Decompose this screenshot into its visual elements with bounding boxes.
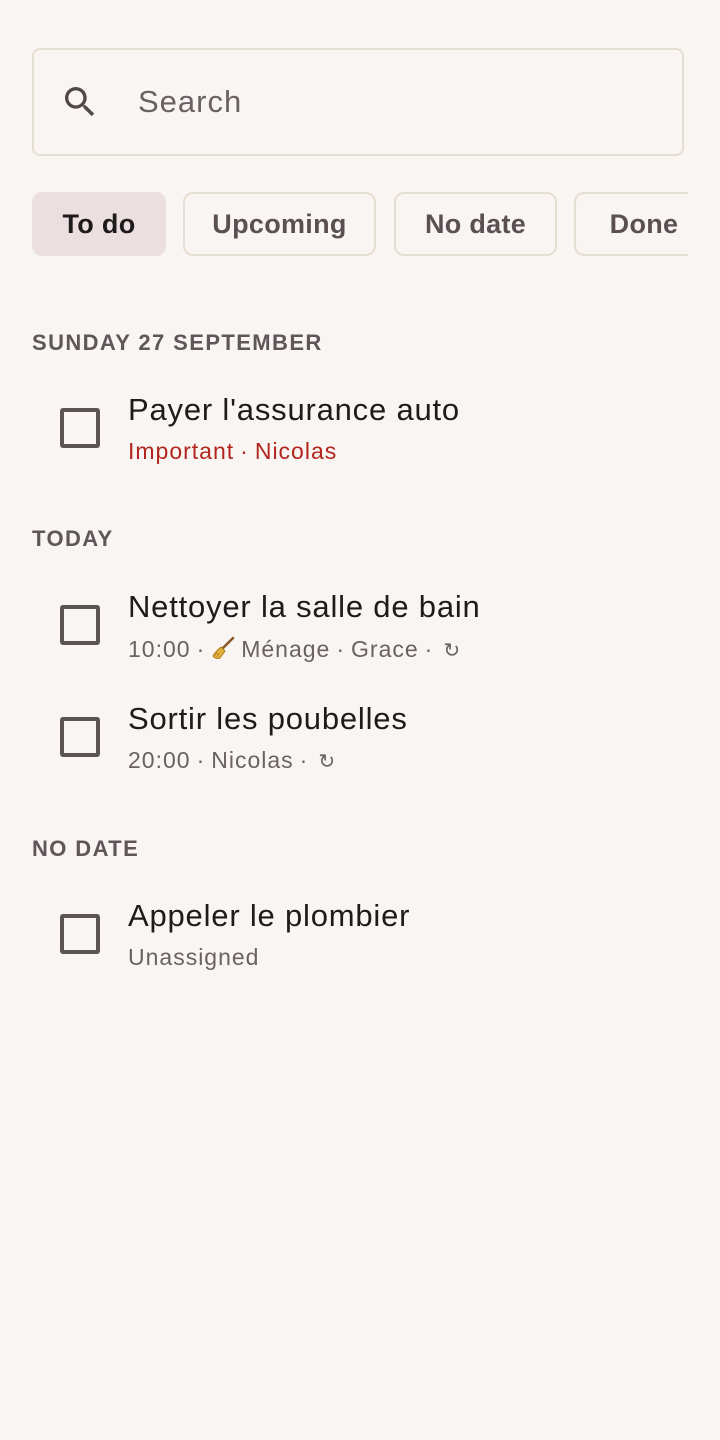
task-item[interactable]: Sortir les poubelles 20:00 · Nicolas · ↻: [0, 697, 720, 793]
priority-label: Important: [128, 438, 235, 464]
task-title: Sortir les poubelles: [128, 701, 408, 736]
assignee-label: Nicolas: [254, 438, 338, 464]
task-checkbox[interactable]: [60, 914, 100, 954]
search-input[interactable]: [136, 83, 620, 121]
search-icon: [60, 82, 100, 122]
task-meta: Important · Nicolas: [128, 438, 337, 465]
category-label: Ménage: [241, 636, 331, 662]
task-meta: Unassigned: [128, 944, 259, 971]
time-label: 20:00: [128, 747, 191, 773]
filter-chip-upcoming[interactable]: Upcoming: [183, 192, 376, 256]
recurring-icon: ↻: [318, 749, 337, 773]
filter-chip-no-date[interactable]: No date: [394, 192, 557, 256]
task-meta: 20:00 · Nicolas · ↻: [128, 747, 336, 774]
filter-chip-label: Done: [609, 208, 679, 239]
separator: ·: [240, 438, 249, 464]
broom-icon: [212, 636, 235, 659]
separator: ·: [196, 747, 206, 773]
filter-chip-to-do[interactable]: To do: [32, 192, 166, 256]
recurring-icon: ↻: [443, 638, 462, 662]
task-item[interactable]: Appeler le plombier Unassigned: [0, 894, 720, 990]
filter-chips: To do Upcoming No date Done: [32, 192, 688, 256]
assignee-label: Unassigned: [128, 944, 260, 970]
task-checkbox[interactable]: [60, 408, 100, 448]
filter-chip-done[interactable]: Done: [574, 192, 688, 256]
separator: ·: [299, 747, 309, 773]
section-header-today: TODAY: [32, 526, 114, 551]
time-label: 10:00: [128, 636, 191, 662]
task-title: Nettoyer la salle de bain: [128, 589, 481, 624]
filter-chip-label: Upcoming: [212, 208, 347, 239]
assignee-label: Grace: [351, 636, 419, 662]
section-header-date: SUNDAY 27 SEPTEMBER: [32, 330, 323, 355]
filter-chip-label: No date: [424, 208, 527, 239]
separator: ·: [196, 636, 206, 662]
filter-chip-label: To do: [62, 208, 136, 239]
task-checkbox[interactable]: [60, 605, 100, 645]
task-item[interactable]: Payer l'assurance auto Important · Nicolas: [0, 388, 720, 484]
section-header-no-date: NO DATE: [32, 836, 140, 861]
task-checkbox[interactable]: [60, 717, 100, 757]
task-title: Payer l'assurance auto: [128, 392, 460, 427]
separator: ·: [424, 636, 434, 662]
separator: ·: [336, 636, 346, 662]
task-meta: 10:00 · Ménage · Grace · ↻: [128, 635, 461, 663]
search-bar[interactable]: [32, 48, 684, 156]
task-item[interactable]: Nettoyer la salle de bain 10:00 · Ménage ·…: [0, 585, 720, 681]
task-title: Appeler le plombier: [128, 898, 411, 933]
assignee-label: Nicolas: [211, 747, 294, 773]
